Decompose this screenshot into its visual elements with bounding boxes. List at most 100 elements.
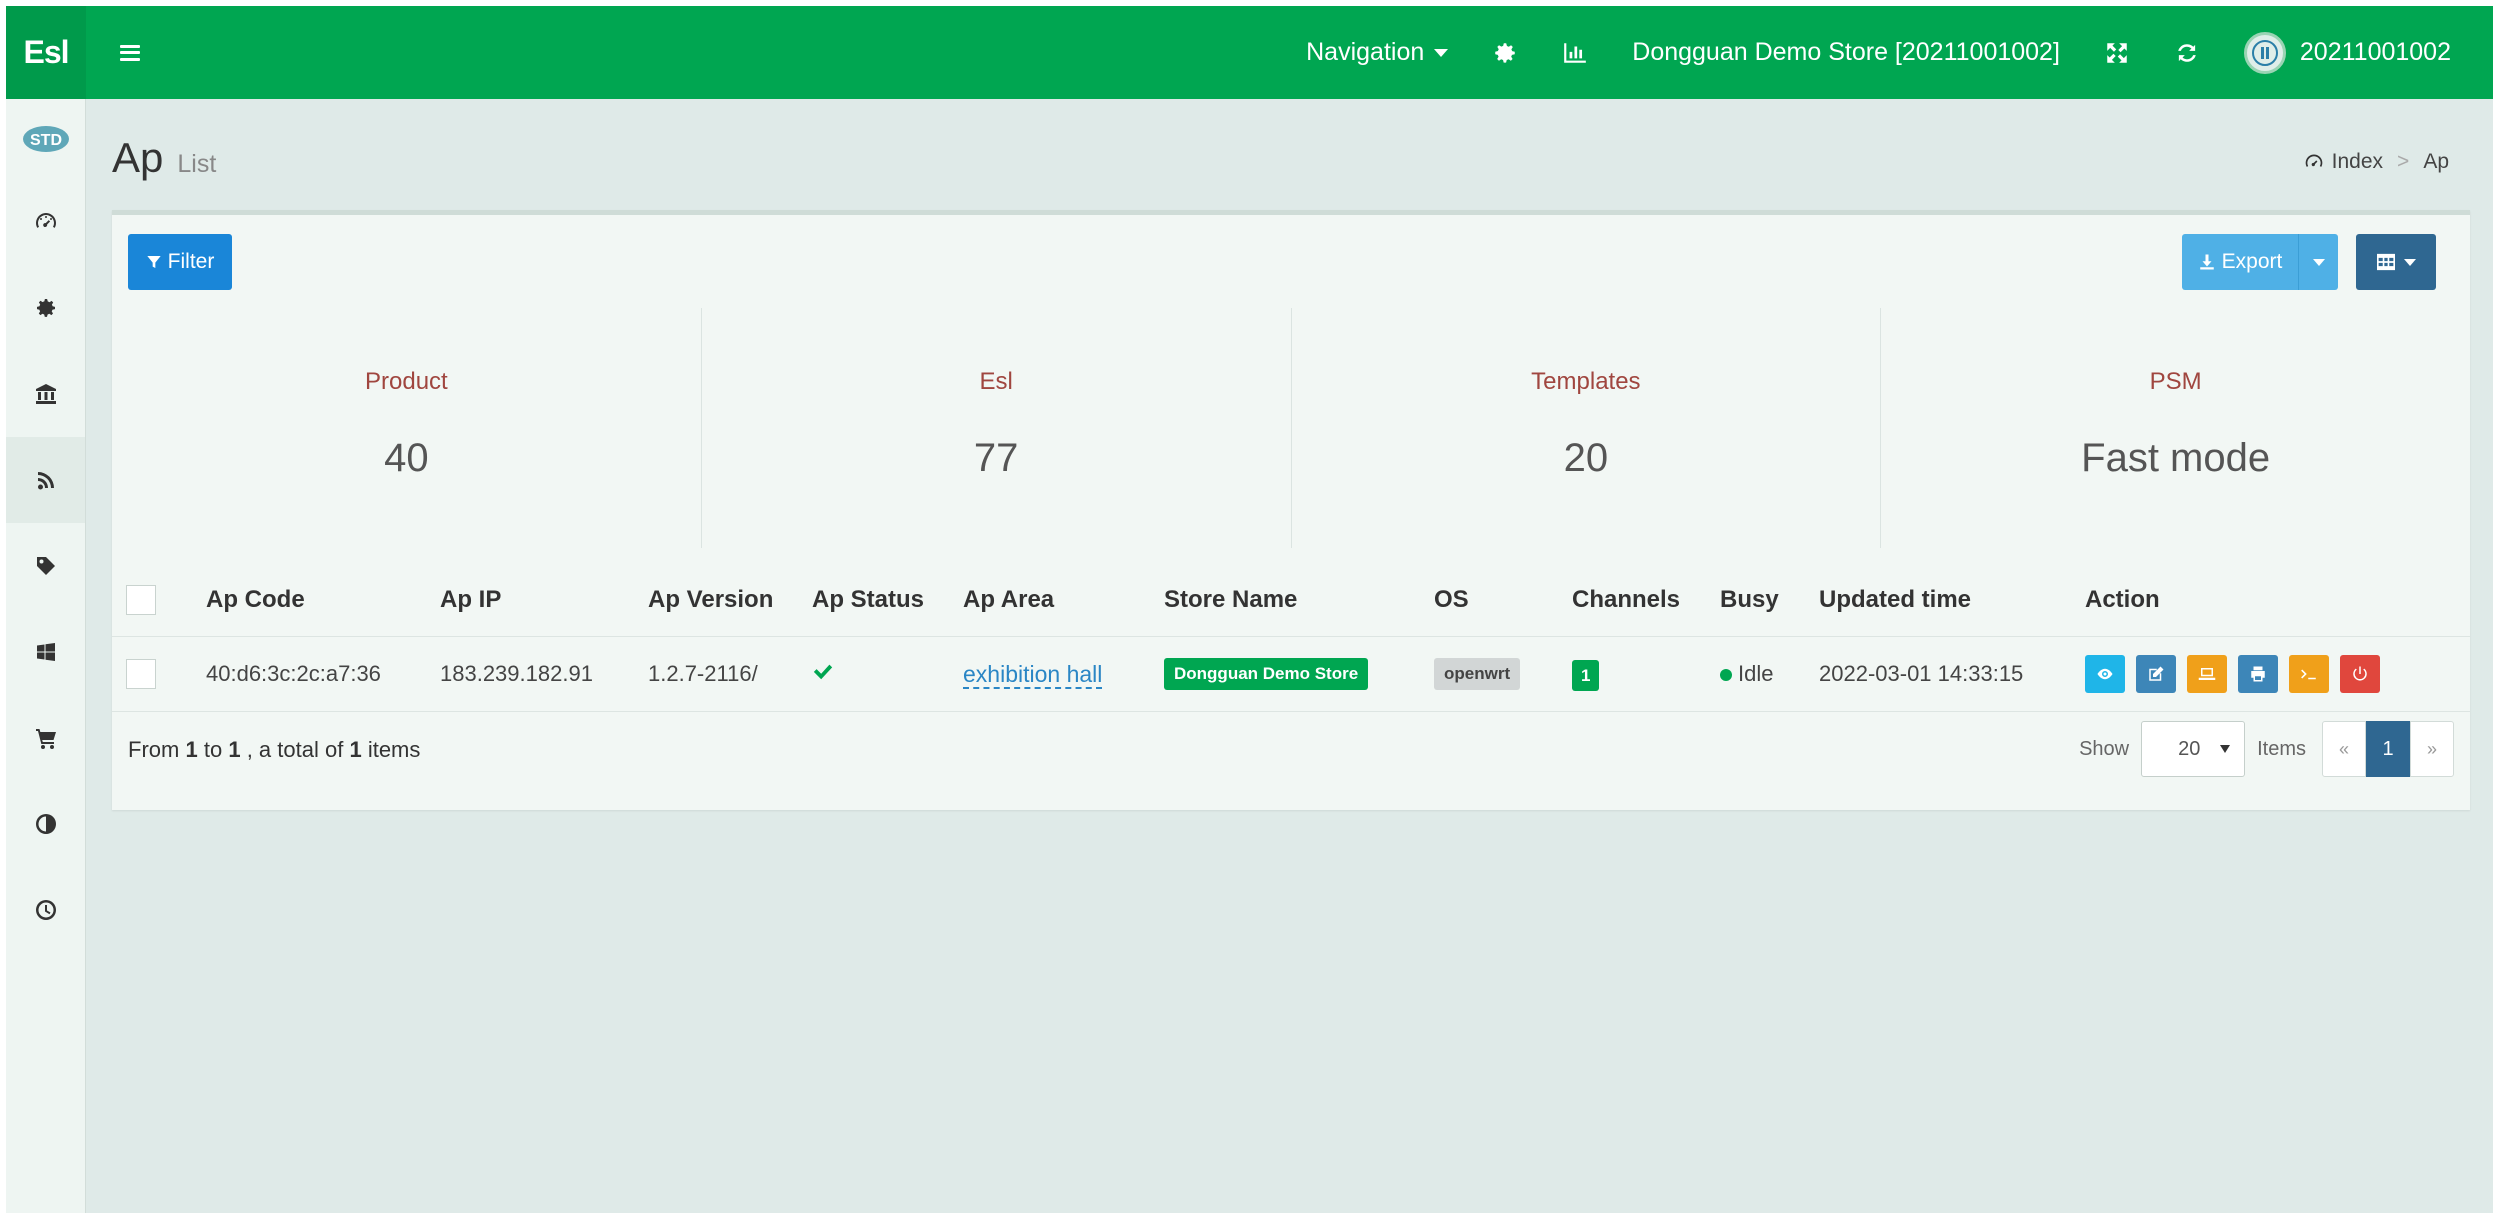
breadcrumb-separator: > [2397, 150, 2410, 173]
sidebar-item-stores[interactable] [6, 351, 85, 437]
ap-area-link[interactable]: exhibition hall [963, 660, 1103, 689]
row-checkbox[interactable] [126, 659, 156, 689]
cart-icon [35, 729, 56, 749]
columns-toggle-button[interactable] [2356, 234, 2436, 290]
dashboard-icon [2305, 154, 2322, 167]
filter-button[interactable]: Filter [128, 234, 232, 290]
page-subtitle: List [177, 150, 217, 178]
column-header-ap-area[interactable]: Ap Area [963, 586, 1164, 614]
column-header-ap-ip[interactable]: Ap IP [440, 586, 648, 614]
ap-list-panel: Filter Export Product 40 Esl 77 Template… [112, 210, 2470, 810]
updated-time-cell: 2022-03-01 14:33:15 [1819, 661, 2024, 686]
clock-icon [35, 900, 56, 920]
brand-logo[interactable]: Esl [6, 6, 86, 99]
export-button[interactable]: Export [2182, 234, 2298, 290]
gear-icon [1495, 42, 1516, 63]
row-select-cell [112, 659, 206, 689]
page-size-select[interactable]: 20 [2141, 721, 2246, 777]
top-right-nav: Navigation Dongguan Demo Store [20211001… [1284, 6, 2493, 99]
select-all-checkbox[interactable] [126, 584, 156, 615]
sidebar-item-tags[interactable] [6, 523, 85, 609]
column-header-store-name[interactable]: Store Name [1164, 586, 1434, 614]
terminal-icon [2301, 669, 2316, 680]
next-page-button[interactable]: » [2410, 721, 2454, 777]
items-suffix-label: Items [2257, 737, 2306, 760]
channels-badge: 1 [1572, 660, 1600, 691]
export-button-group: Export [2182, 234, 2338, 290]
refresh-button[interactable] [2152, 6, 2222, 99]
pager-from: 1 [185, 737, 198, 762]
print-button[interactable] [2238, 655, 2278, 693]
column-header-channels[interactable]: Channels [1572, 586, 1720, 614]
hamburger-icon [120, 44, 140, 61]
pager-items-label: items [367, 737, 421, 762]
stats-button[interactable] [1540, 6, 1610, 99]
gear-icon [36, 299, 55, 317]
export-dropdown-toggle[interactable] [2298, 234, 2338, 290]
stats-row: Product 40 Esl 77 Templates 20 PSM Fast … [112, 308, 2470, 548]
sidebar-item-ap[interactable] [6, 437, 85, 523]
table-icon [2377, 253, 2395, 271]
ap-code-cell: 40:d6:3c:2c:a7:36 [206, 661, 381, 686]
stat-value: 20 [1563, 436, 1609, 480]
prev-page-button[interactable]: « [2322, 721, 2366, 777]
bank-icon [35, 384, 56, 404]
page-button-1[interactable]: 1 [2366, 721, 2410, 777]
fullscreen-button[interactable] [2082, 6, 2152, 99]
sidebar-logo[interactable]: STD [6, 99, 85, 179]
ap-version-cell: 1.2.7-2116/ [648, 661, 758, 686]
show-label: Show [2079, 737, 2130, 760]
stat-value: Fast mode [2081, 436, 2271, 480]
store-selector[interactable]: Dongguan Demo Store [20211001002] [1610, 6, 2082, 99]
screen-button[interactable] [2187, 655, 2227, 693]
settings-button[interactable] [1470, 6, 1540, 99]
column-header-ap-status[interactable]: Ap Status [812, 586, 963, 614]
terminal-button[interactable] [2289, 655, 2329, 693]
pager-total-label: , a total of [246, 737, 344, 762]
power-button[interactable] [2340, 655, 2380, 693]
column-header-updated-time[interactable]: Updated time [1819, 586, 2085, 614]
column-header-busy[interactable]: Busy [1720, 586, 1819, 614]
stat-esl: Esl 77 [702, 308, 1292, 548]
column-header-os[interactable]: OS [1434, 586, 1572, 614]
laptop-icon [2198, 668, 2216, 680]
page-title: Ap [112, 134, 164, 181]
table-header-row: Ap Code Ap IP Ap Version Ap Status Ap Ar… [112, 563, 2470, 637]
sidebar-item-dashboard[interactable] [6, 179, 85, 265]
avatar-logo-icon [2251, 39, 2278, 66]
dashboard-icon [35, 213, 56, 228]
user-menu[interactable]: 20211001002 [2222, 6, 2473, 99]
store-label: Dongguan Demo Store [20211001002] [1632, 38, 2060, 66]
ap-ip-cell: 183.239.182.91 [440, 661, 593, 686]
menu-toggle-button[interactable] [100, 6, 160, 99]
svg-text:STD: STD [30, 132, 62, 149]
ap-status-cell [812, 660, 963, 688]
stat-product: Product 40 [112, 308, 702, 548]
filter-icon [146, 256, 161, 268]
tag-icon [36, 557, 55, 575]
breadcrumb-home-link[interactable]: Index [2332, 150, 2383, 174]
column-header-ap-version[interactable]: Ap Version [648, 586, 812, 614]
sidebar: STD [6, 99, 86, 1213]
store-name-badge: Dongguan Demo Store [1164, 658, 1369, 690]
ap-area-cell: exhibition hall [963, 660, 1164, 689]
column-header-ap-code[interactable]: Ap Code [206, 586, 440, 614]
sidebar-item-cart[interactable] [6, 695, 85, 781]
ap-table: Ap Code Ap IP Ap Version Ap Status Ap Ar… [112, 563, 2470, 712]
os-cell: openwrt [1434, 658, 1572, 690]
navigation-dropdown[interactable]: Navigation [1284, 6, 1470, 99]
sidebar-item-history[interactable] [6, 867, 85, 953]
breadcrumb-current: Ap [2423, 150, 2449, 173]
sidebar-item-settings[interactable] [6, 265, 85, 351]
sidebar-item-windows[interactable] [6, 609, 85, 695]
sidebar-item-theme[interactable] [6, 781, 85, 867]
busy-cell: Idle [1720, 661, 1819, 687]
view-button[interactable] [2085, 655, 2125, 693]
pager-to: 1 [228, 737, 241, 762]
power-icon [2353, 666, 2367, 681]
edit-button[interactable] [2136, 655, 2176, 693]
contrast-icon [35, 814, 56, 834]
pager-total: 1 [349, 737, 362, 762]
check-icon [813, 664, 833, 680]
pagination: Show 20 Items « 1 » [2079, 721, 2454, 777]
